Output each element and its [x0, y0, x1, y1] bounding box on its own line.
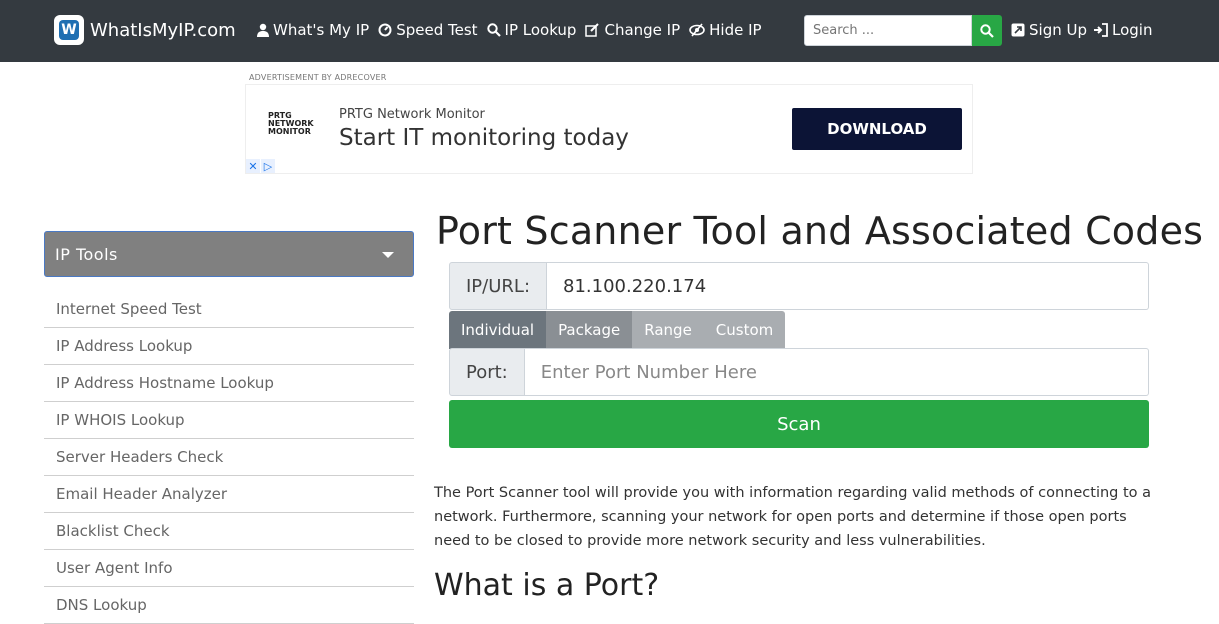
nav-label: Hide IP	[709, 21, 762, 39]
ad-logo-line: MONITOR	[268, 127, 311, 136]
brand-logo-icon: W	[54, 15, 84, 45]
ad-headline: Start IT monitoring today	[339, 125, 629, 151]
tab-package[interactable]: Package	[546, 311, 633, 349]
ip-url-group: IP/URL: 81.100.220.174	[449, 262, 1149, 310]
port-label: Port:	[449, 348, 525, 396]
ip-url-label: IP/URL:	[449, 262, 548, 310]
brand-logo-letter: W	[59, 20, 79, 40]
ad-download-button[interactable]: DOWNLOAD	[792, 108, 962, 150]
sidebar-item-dns-lookup[interactable]: DNS Lookup	[44, 587, 414, 624]
gauge-icon	[378, 23, 392, 37]
port-input[interactable]: Enter Port Number Here	[524, 348, 1149, 396]
nav-hide-ip[interactable]: Hide IP	[689, 21, 762, 39]
caret-down-icon	[382, 252, 394, 258]
sidebar-item-user-agent[interactable]: User Agent Info	[44, 550, 414, 587]
search-input[interactable]	[804, 15, 972, 46]
nav-whats-my-ip[interactable]: What's My IP	[257, 21, 369, 39]
nav-label: Change IP	[604, 21, 681, 39]
nav-label: IP Lookup	[504, 21, 577, 39]
nav-speed-test[interactable]: Speed Test	[378, 21, 478, 39]
nav-label: Speed Test	[396, 21, 478, 39]
sidebar-item-internet-speed-test[interactable]: Internet Speed Test	[44, 291, 414, 328]
signup-label: Sign Up	[1029, 21, 1087, 39]
ad-sponsor: PRTG Network Monitor	[339, 107, 485, 122]
scan-button[interactable]: Scan	[449, 400, 1149, 448]
brand-name: WhatIsMyIP.com	[90, 19, 236, 41]
search-icon	[486, 23, 501, 37]
ad-close-icon[interactable]: ✕	[246, 159, 260, 173]
auth-links: Sign Up Login	[1011, 21, 1158, 39]
login-link[interactable]: Login	[1093, 21, 1152, 39]
nav-label: What's My IP	[273, 21, 370, 39]
ad-logo: PRTG NETWORK MONITOR	[268, 112, 316, 136]
page-title: Port Scanner Tool and Associated Codes	[436, 209, 1204, 253]
ip-tools-dropdown[interactable]: IP Tools	[44, 231, 414, 277]
port-group: Port: Enter Port Number Here	[449, 348, 1149, 396]
ad-controls: ✕ ▷	[246, 159, 276, 173]
ad-banner[interactable]: PRTG NETWORK MONITOR PRTG Network Monito…	[245, 84, 973, 174]
user-icon	[257, 23, 269, 37]
sidebar-list: Internet Speed Test IP Address Lookup IP…	[44, 291, 414, 624]
top-navbar: W WhatIsMyIP.com What's My IP Speed Test…	[0, 0, 1219, 62]
section-heading: What is a Port?	[434, 568, 660, 603]
edit-icon	[585, 23, 600, 37]
ad-label: ADVERTISEMENT BY ADRECOVER	[249, 73, 387, 82]
tab-range[interactable]: Range	[632, 311, 704, 349]
sidebar-item-server-headers[interactable]: Server Headers Check	[44, 439, 414, 476]
search-button[interactable]	[972, 15, 1002, 46]
scan-mode-tabs: Individual Package Range Custom	[449, 311, 786, 349]
sidebar-item-email-header[interactable]: Email Header Analyzer	[44, 476, 414, 513]
ad-choices-icon[interactable]: ▷	[261, 159, 275, 173]
search-icon	[980, 23, 994, 38]
tab-individual[interactable]: Individual	[449, 311, 547, 349]
sidebar-item-whois-lookup[interactable]: IP WHOIS Lookup	[44, 402, 414, 439]
sidebar-item-blacklist[interactable]: Blacklist Check	[44, 513, 414, 550]
sign-in-icon	[1094, 23, 1108, 37]
sidebar-title: IP Tools	[55, 244, 118, 264]
tool-description: The Port Scanner tool will provide you w…	[434, 485, 1152, 549]
eye-slash-icon	[689, 23, 705, 37]
main-nav: What's My IP Speed Test IP Lookup Change…	[257, 21, 771, 39]
login-label: Login	[1112, 21, 1153, 39]
nav-change-ip[interactable]: Change IP	[585, 21, 680, 39]
ip-url-input[interactable]: 81.100.220.174	[547, 262, 1149, 310]
sidebar-item-ip-address-lookup[interactable]: IP Address Lookup	[44, 328, 414, 365]
tab-custom[interactable]: Custom	[703, 311, 786, 349]
sidebar-item-hostname-lookup[interactable]: IP Address Hostname Lookup	[44, 365, 414, 402]
brand-link[interactable]: W WhatIsMyIP.com	[54, 15, 236, 45]
signup-link[interactable]: Sign Up	[1011, 21, 1087, 39]
nav-ip-lookup[interactable]: IP Lookup	[486, 21, 577, 39]
external-link-icon	[1011, 23, 1025, 37]
